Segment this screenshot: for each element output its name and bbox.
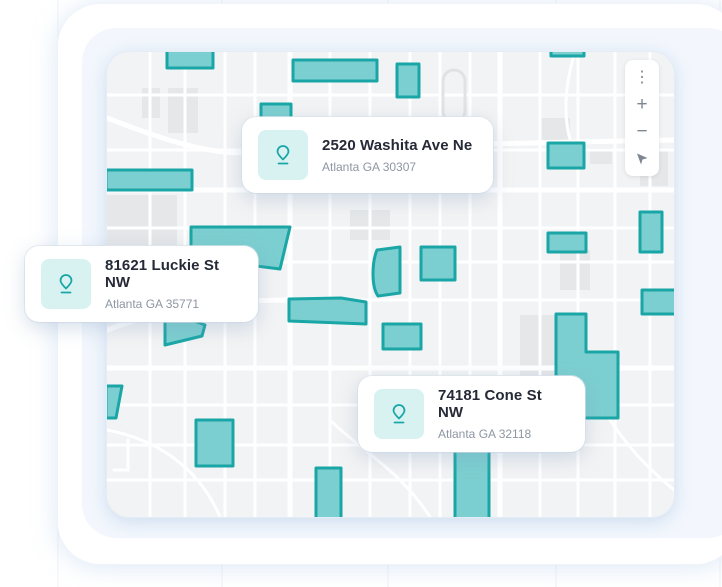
zoom-out-button[interactable]: − — [629, 120, 655, 144]
pin-tile — [374, 389, 424, 439]
location-card[interactable]: 74181 Cone St NW Atlanta GA 32118 — [358, 376, 585, 452]
location-subtitle: Atlanta GA 30307 — [322, 159, 417, 174]
zoom-in-icon: + — [636, 94, 648, 115]
map-pin-icon — [276, 145, 290, 165]
locate-button[interactable] — [629, 147, 655, 171]
zoom-out-icon: − — [636, 121, 648, 142]
location-card[interactable]: 81621 Luckie St NW Atlanta GA 35771 — [25, 246, 258, 322]
map-controls: ⋮ + − — [625, 60, 659, 176]
pin-tile — [41, 259, 91, 309]
location-title: 81621 Luckie St NW — [105, 257, 220, 291]
location-title: 74181 Cone St NW — [438, 387, 542, 421]
more-options-button[interactable]: ⋮ — [629, 66, 655, 90]
location-subtitle: Atlanta GA 32118 — [438, 427, 532, 441]
map-pin-icon — [392, 404, 406, 424]
map-pin-icon — [59, 274, 73, 294]
location-subtitle: Atlanta GA 35771 — [105, 297, 200, 311]
more-vertical-icon: ⋮ — [634, 68, 650, 86]
pin-tile — [258, 130, 308, 180]
location-title: 2520 Washita Ave Ne — [322, 136, 473, 154]
navigate-arrow-icon — [637, 153, 648, 164]
zoom-in-button[interactable]: + — [629, 93, 655, 117]
location-card[interactable]: 2520 Washita Ave Ne Atlanta GA 30307 — [242, 117, 493, 193]
